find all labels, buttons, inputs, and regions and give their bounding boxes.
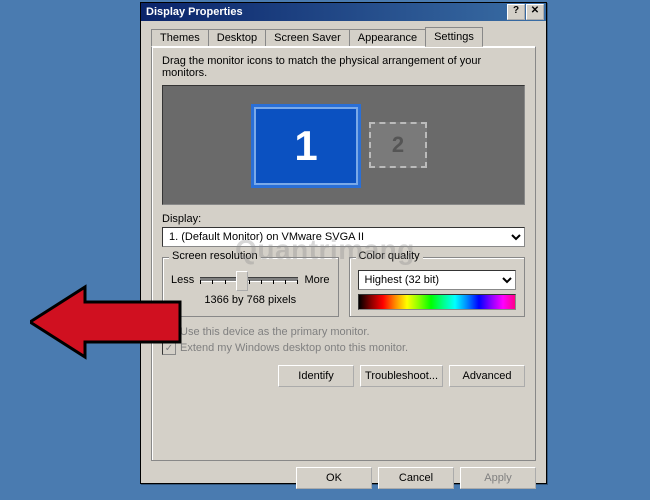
ok-button[interactable]: OK	[296, 467, 372, 489]
advanced-button[interactable]: Advanced	[449, 365, 525, 387]
check-extend: ✓	[162, 341, 176, 355]
resolution-slider[interactable]	[200, 270, 298, 290]
monitor-icon-1[interactable]: 1	[251, 104, 361, 188]
color-quality-select[interactable]: Highest (32 bit)	[358, 270, 517, 290]
check-primary-row: Use this device as the primary monitor.	[162, 325, 525, 339]
display-properties-window: Display Properties ? ✕ Themes Desktop Sc…	[140, 2, 547, 484]
help-button[interactable]: ?	[507, 4, 525, 20]
check-extend-row: ✓ Extend my Windows desktop onto this mo…	[162, 341, 525, 355]
monitor-icon-2[interactable]: 2	[369, 122, 427, 168]
display-select[interactable]: 1. (Default Monitor) on VMware SVGA II	[162, 227, 525, 247]
settings-tab-content: Drag the monitor icons to match the phys…	[151, 46, 536, 461]
cancel-button[interactable]: Cancel	[378, 467, 454, 489]
window-title: Display Properties	[143, 6, 243, 18]
slider-label-less: Less	[171, 274, 194, 286]
color-quality-group: Color quality Highest (32 bit)	[349, 257, 526, 317]
check-extend-label: Extend my Windows desktop onto this moni…	[180, 342, 408, 354]
resolution-value: 1366 by 768 pixels	[171, 294, 330, 306]
check-primary	[162, 325, 176, 339]
color-quality-legend: Color quality	[356, 250, 423, 262]
titlebar-buttons: ? ✕	[507, 4, 544, 20]
screen-resolution-group: Screen resolution Less More 1366 by 768 …	[162, 257, 339, 317]
tab-settings[interactable]: Settings	[425, 27, 483, 47]
tab-desktop[interactable]: Desktop	[208, 29, 266, 46]
tab-appearance[interactable]: Appearance	[349, 29, 426, 46]
display-label: Display:	[162, 213, 525, 225]
dialog-buttons: OK Cancel Apply	[151, 467, 536, 489]
close-button[interactable]: ✕	[526, 4, 544, 20]
tabs-row: Themes Desktop Screen Saver Appearance S…	[151, 27, 536, 46]
monitor-checks: Use this device as the primary monitor. …	[162, 325, 525, 355]
screen-resolution-legend: Screen resolution	[169, 250, 261, 262]
arrange-instruction: Drag the monitor icons to match the phys…	[162, 55, 525, 79]
slider-thumb[interactable]	[236, 271, 248, 291]
apply-button[interactable]: Apply	[460, 467, 536, 489]
tab-screensaver[interactable]: Screen Saver	[265, 29, 350, 46]
identify-button[interactable]: Identify	[278, 365, 354, 387]
color-spectrum-preview	[358, 294, 517, 310]
slider-label-more: More	[304, 274, 329, 286]
monitor-arrange-area[interactable]: 1 2	[162, 85, 525, 205]
titlebar[interactable]: Display Properties ? ✕	[141, 3, 546, 21]
check-primary-label: Use this device as the primary monitor.	[180, 326, 370, 338]
tabs-area: Themes Desktop Screen Saver Appearance S…	[151, 27, 536, 461]
troubleshoot-button[interactable]: Troubleshoot...	[360, 365, 443, 387]
tab-themes[interactable]: Themes	[151, 29, 209, 46]
